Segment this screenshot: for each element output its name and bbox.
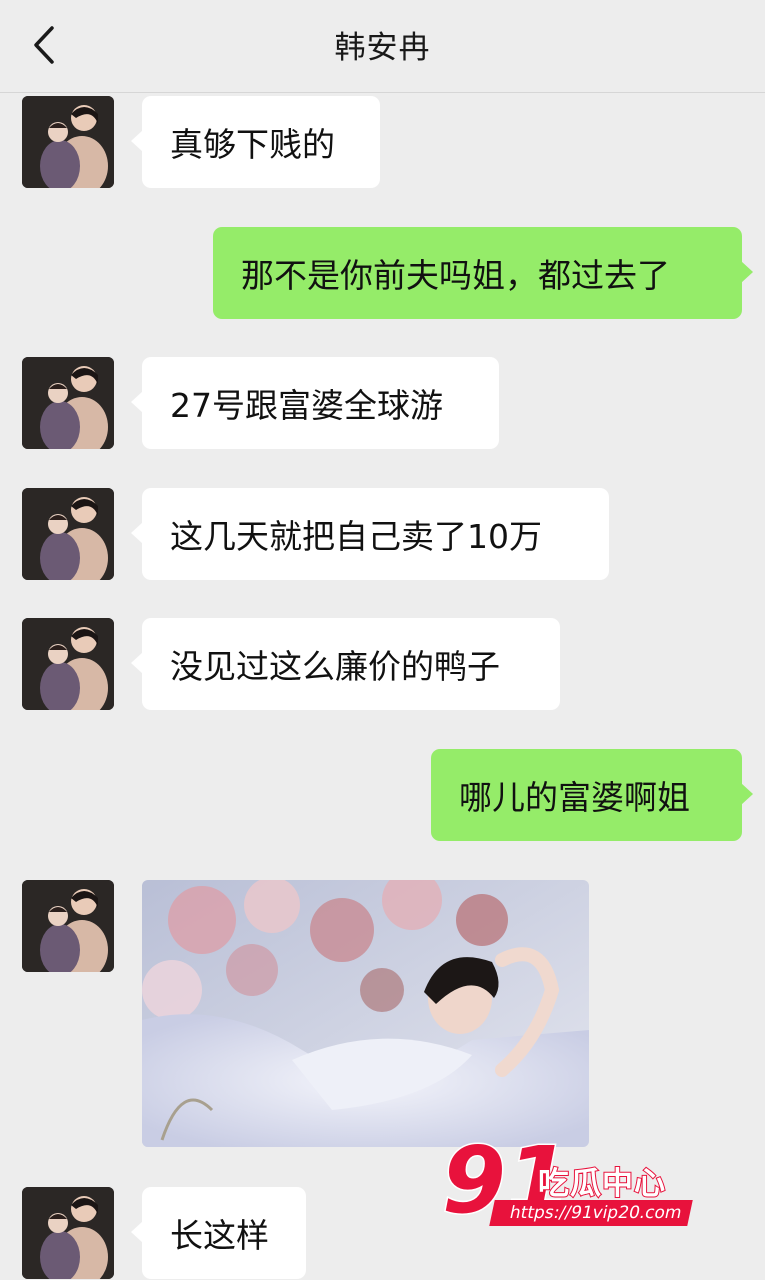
watermark-brand: 吃瓜中心 xyxy=(537,1165,666,1203)
contact-avatar[interactable] xyxy=(22,880,114,972)
contact-avatar[interactable] xyxy=(22,1187,114,1279)
contact-avatar[interactable] xyxy=(22,618,114,710)
message-bubble-received[interactable]: 这几天就把自己卖了10万 xyxy=(131,488,609,580)
chat-header: 韩安冉 xyxy=(0,0,765,93)
contact-avatar[interactable] xyxy=(22,357,114,449)
message-bubble-received[interactable]: 长这样 xyxy=(131,1187,306,1279)
message-bubble-received[interactable]: 真够下贱的 xyxy=(131,96,380,188)
message-bubble-received[interactable]: 没见过这么廉价的鸭子 xyxy=(131,618,560,710)
contact-avatar[interactable] xyxy=(22,96,114,188)
message-bubble-sent[interactable]: 那不是你前夫吗姐，都过去了 xyxy=(213,227,753,319)
chat-title: 韩安冉 xyxy=(334,30,431,66)
message-bubble-sent[interactable]: 哪儿的富婆啊姐 xyxy=(431,749,753,841)
watermark-url: https://91vip20.com xyxy=(489,1200,693,1226)
contact-avatar[interactable] xyxy=(22,488,114,580)
message-image[interactable] xyxy=(142,880,589,1147)
watermark-logo: 91 吃瓜中心 https://91vip20.com xyxy=(440,1128,700,1232)
message-bubble-received[interactable]: 27号跟富婆全球游 xyxy=(131,357,499,449)
